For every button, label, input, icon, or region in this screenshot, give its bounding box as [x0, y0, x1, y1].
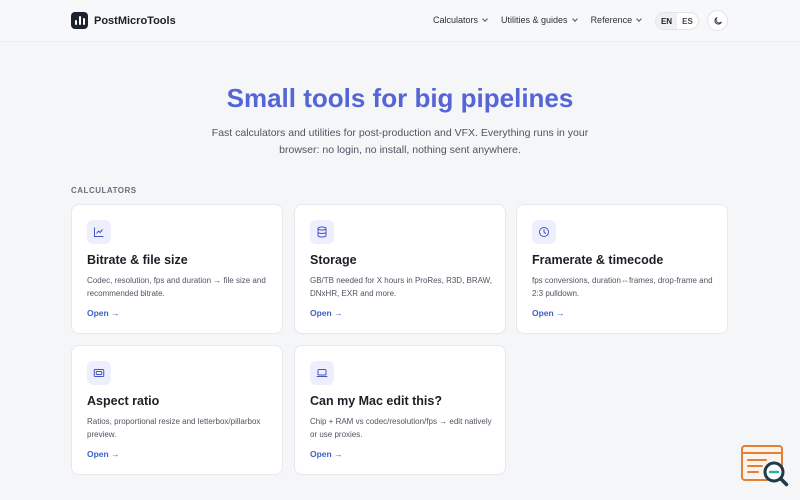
open-link[interactable]: Open →	[310, 449, 343, 459]
nav-reference[interactable]: Reference	[591, 15, 642, 25]
nav-calculators[interactable]: Calculators	[433, 15, 488, 25]
laptop-icon	[310, 361, 334, 385]
open-link[interactable]: Open →	[310, 308, 343, 318]
language-switcher: EN ES	[655, 12, 699, 30]
brand[interactable]: PostMicroTools	[71, 12, 176, 29]
card-title: Can my Mac edit this?	[310, 394, 442, 408]
section-label: CALCULATORS	[71, 186, 137, 195]
card-description: Chip + RAM vs codec/resolution/fps → edi…	[310, 417, 492, 439]
card-description: GB/TB needed for X hours in ProRes, R3D,…	[310, 276, 492, 298]
open-link[interactable]: Open →	[87, 308, 120, 318]
card-description: fps conversions, duration⇔frames, drop-f…	[532, 276, 713, 298]
hero-subtitle: Fast calculators and utilities for post-…	[211, 127, 589, 156]
nav-label: Calculators	[433, 15, 479, 25]
card-framerate[interactable]: Framerate & timecode fps conversions, du…	[516, 204, 728, 334]
card-bitrate[interactable]: Bitrate & file size Codec, resolution, f…	[71, 204, 283, 334]
logo-icon	[71, 12, 88, 29]
open-link[interactable]: Open →	[532, 308, 565, 318]
lang-en-button[interactable]: EN	[656, 13, 677, 29]
card-storage[interactable]: Storage GB/TB needed for X hours in ProR…	[294, 204, 506, 334]
clock-icon	[532, 220, 556, 244]
card-title: Storage	[310, 253, 357, 267]
card-title: Bitrate & file size	[87, 253, 188, 267]
site-header: PostMicroTools Calculators Utilities & g…	[0, 0, 800, 42]
card-aspect-ratio[interactable]: Aspect ratio Ratios, proportional resize…	[71, 345, 283, 475]
card-title: Aspect ratio	[87, 394, 160, 408]
lang-es-button[interactable]: ES	[677, 13, 698, 29]
card-mac-edit[interactable]: Can my Mac edit this? Chip + RAM vs code…	[294, 345, 506, 475]
page-title: Small tools for big pipelines	[226, 83, 574, 113]
card-title: Framerate & timecode	[532, 253, 664, 267]
nav-label: Reference	[590, 15, 633, 25]
theme-toggle-button[interactable]	[707, 10, 728, 31]
chevron-down-icon	[571, 15, 578, 22]
search-widget-icon[interactable]	[741, 445, 791, 490]
nav-utilities[interactable]: Utilities & guides	[501, 15, 578, 25]
nav-label: Utilities & guides	[501, 15, 568, 25]
chevron-down-icon	[636, 15, 642, 22]
chevron-down-icon	[482, 15, 488, 22]
line-chart-icon	[87, 220, 111, 244]
main-nav: Calculators Utilities & guides Reference	[433, 15, 642, 25]
card-description: Codec, resolution, fps and duration → fi…	[87, 276, 266, 298]
card-description: Ratios, proportional resize and letterbo…	[87, 417, 261, 439]
open-link[interactable]: Open →	[87, 449, 120, 459]
database-icon	[310, 220, 334, 244]
aspect-ratio-icon	[87, 361, 111, 385]
brand-name: PostMicroTools	[94, 14, 176, 27]
moon-icon	[714, 16, 722, 24]
